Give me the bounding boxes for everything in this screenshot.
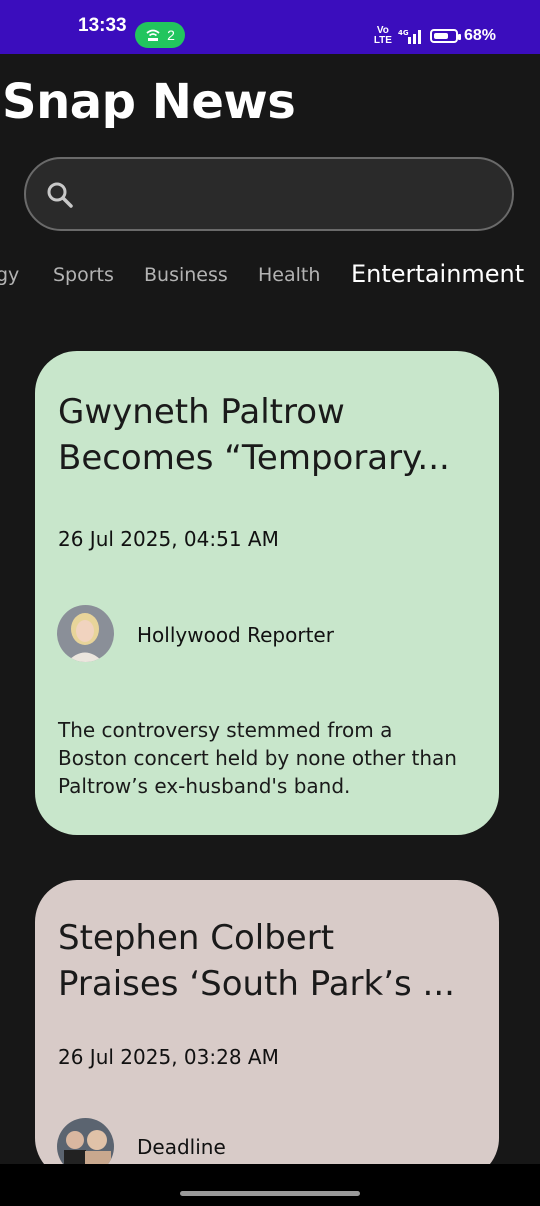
- tab-business[interactable]: Business: [144, 264, 228, 286]
- tab-sports[interactable]: Sports: [53, 264, 114, 286]
- description-line: The controversy stemmed from a: [58, 718, 393, 742]
- battery-icon: [429, 29, 461, 43]
- article-description: The controversy stemmed from a Boston co…: [58, 716, 488, 800]
- article-headline: Gwyneth Paltrow Becomes “Temporary...: [58, 389, 478, 481]
- tab-entertainment[interactable]: Entertainment: [351, 260, 524, 288]
- article-date: 26 Jul 2025, 04:51 AM: [58, 527, 279, 551]
- search-icon[interactable]: [46, 181, 74, 209]
- article-source: Deadline: [137, 1135, 226, 1159]
- app-title: Snap News: [2, 74, 296, 130]
- status-bar: 13:33 2 Vo LTE 4G 68%: [0, 0, 540, 54]
- signal-icon: 4G: [398, 29, 421, 44]
- tab-health[interactable]: Health: [258, 264, 320, 286]
- svg-text:4G: 4G: [398, 29, 409, 37]
- article-headline: Stephen Colbert Praises ‘South Park’s ..…: [58, 915, 478, 1007]
- battery-level: [433, 33, 448, 39]
- tab-technology[interactable]: gy: [0, 264, 19, 286]
- system-nav-bar: [0, 1164, 540, 1206]
- article-source: Hollywood Reporter: [137, 623, 334, 647]
- hotspot-icon: [146, 29, 160, 41]
- search-input[interactable]: [96, 177, 490, 215]
- news-card[interactable]: Gwyneth Paltrow Becomes “Temporary... 26…: [35, 351, 499, 835]
- category-tabs: gy Sports Business Health Entertainment: [0, 258, 540, 302]
- battery-percent: 68%: [463, 27, 496, 44]
- search-bar[interactable]: [24, 157, 514, 231]
- news-card[interactable]: Stephen Colbert Praises ‘South Park’s ..…: [35, 880, 499, 1180]
- volte-icon: Vo LTE: [373, 25, 392, 46]
- description-line: Paltrow’s ex-husband's band.: [58, 774, 351, 798]
- headline-line: Gwyneth Paltrow: [58, 392, 345, 432]
- headline-line: Praises ‘South Park’s ...: [58, 964, 455, 1004]
- headline-line: Becomes “Temporary...: [58, 438, 450, 478]
- hotspot-count: 2: [167, 27, 175, 43]
- status-time: 13:33: [78, 15, 127, 36]
- status-indicators: Vo LTE 4G 68%: [374, 26, 496, 46]
- source-avatar: [57, 605, 114, 662]
- description-line: Boston concert held by none other than: [58, 746, 457, 770]
- headline-line: Stephen Colbert: [58, 918, 335, 958]
- hotspot-badge: 2: [135, 22, 185, 48]
- article-date: 26 Jul 2025, 03:28 AM: [58, 1045, 279, 1069]
- home-gesture-handle[interactable]: [180, 1191, 360, 1196]
